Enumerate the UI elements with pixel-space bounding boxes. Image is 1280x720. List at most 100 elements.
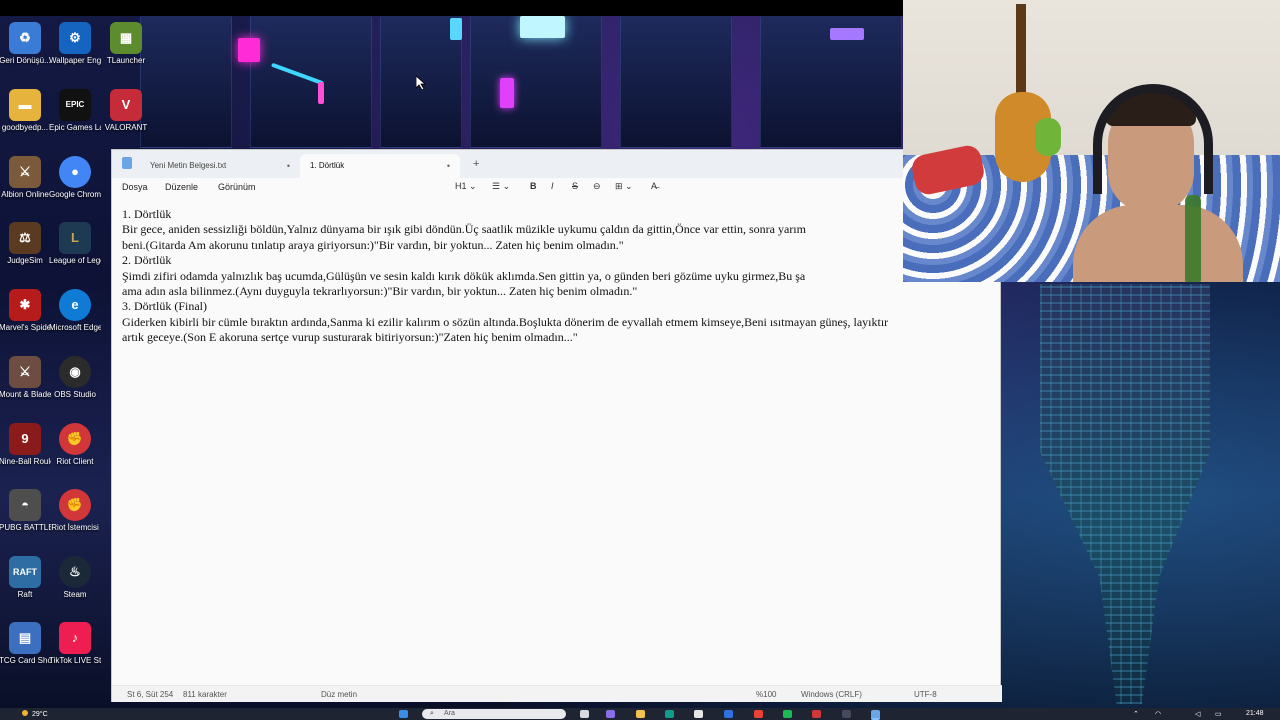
tab-1-dortluk[interactable]: 1. Dörtlük •	[300, 154, 460, 178]
recycle-bin-icon: ♻	[9, 22, 41, 54]
desktop-icon-league[interactable]: L League of Legends	[49, 222, 101, 266]
weather-widget[interactable]: 29°C	[22, 710, 48, 718]
desktop-icon-label: TCG Card Shop Si...	[0, 656, 51, 665]
menu-file[interactable]: Dosya	[122, 182, 148, 192]
tab-unsaved-dot-icon[interactable]: •	[447, 161, 450, 171]
zoom-status[interactable]: %100	[756, 690, 776, 699]
file-explorer-icon[interactable]	[636, 710, 645, 718]
text-editor[interactable]: 1. Dörtlük Bir gece, aniden sessizliği b…	[122, 207, 1002, 677]
text-line: artık geceye.(Son E akoruna sertçe vurup…	[122, 330, 578, 345]
desktop-icon-nine-ball[interactable]: 9 Nine-Ball Roulette	[0, 423, 51, 467]
taskbar-search-box[interactable]: ⌕ Ara	[422, 709, 566, 719]
encoding-status[interactable]: UTF-8	[914, 690, 937, 699]
wallpaper-neon	[238, 38, 260, 62]
desktop-icon-label: Epic Games Launcher	[49, 123, 101, 132]
sun-icon	[22, 710, 28, 716]
line-ending-status[interactable]: Windows (CRLF)	[801, 690, 862, 699]
desktop-icon-tiktok-live[interactable]: ♪ TikTok LIVE Studio	[49, 622, 101, 666]
battery-icon[interactable]: ▭	[1215, 710, 1222, 718]
desktop-icon-label: Marvel's Spider-M...	[0, 323, 51, 332]
taskbar: 29°C ⌕ Ara ⌃ ◠ ◁ ▭ 21:48	[0, 708, 1280, 720]
text-mode-status[interactable]: Düz metin	[321, 690, 357, 699]
webcam-person-body	[1073, 205, 1243, 282]
volume-icon[interactable]: ◁	[1195, 710, 1200, 718]
desktop-icon-wallpaper-engine[interactable]: ⚙ Wallpaper Engine	[49, 22, 101, 66]
wallpaper-neon	[450, 18, 462, 40]
app-taskbar-icon[interactable]	[842, 710, 851, 718]
app-taskbar-icon[interactable]	[724, 710, 733, 718]
notepad-window: Yeni Metin Belgesi.txt • 1. Dörtlük • + …	[111, 149, 1002, 702]
billiard-ball-icon: 9	[9, 423, 41, 455]
valorant-icon: V	[110, 89, 142, 121]
desktop-icon-tlauncher[interactable]: ▦ TLauncher	[100, 22, 152, 66]
bold-button[interactable]: B	[530, 181, 537, 191]
link-button[interactable]: ⊖	[593, 181, 601, 192]
desktop-icon-label: Geri Dönüşü...	[0, 56, 51, 65]
tab-yeni-metin-belgesi[interactable]: Yeni Metin Belgesi.txt •	[140, 154, 300, 178]
store-icon[interactable]	[694, 710, 703, 718]
notepad-taskbar-icon[interactable]	[871, 710, 880, 720]
menu-edit[interactable]: Düzenle	[165, 182, 198, 192]
strikethrough-button[interactable]: S	[572, 181, 578, 191]
chrome-icon: ●	[59, 156, 91, 188]
list-dropdown-button[interactable]: ☰ ⌄	[492, 181, 510, 192]
table-dropdown-button[interactable]: ⊞ ⌄	[615, 181, 633, 192]
riot-taskbar-icon[interactable]	[812, 710, 821, 718]
clear-formatting-button[interactable]: A̶	[651, 181, 657, 191]
spotify-icon[interactable]	[783, 710, 792, 718]
desktop-icon-riot-client[interactable]: ✊ Riot Client	[49, 423, 101, 467]
desktop-icon-label: VALORANT	[104, 123, 148, 132]
desktop-icon-label: Wallpaper Engine	[49, 56, 101, 65]
edge-taskbar-icon[interactable]	[665, 710, 674, 718]
start-windows-icon[interactable]	[399, 710, 408, 718]
desktop-icon-raft[interactable]: RAFT Raft	[0, 556, 51, 600]
webcam-frog-toy	[1035, 118, 1061, 156]
desktop-icon-spiderman[interactable]: ✱ Marvel's Spider-M...	[0, 289, 51, 333]
heading-dropdown-button[interactable]: H1 ⌄	[455, 181, 477, 192]
italic-button[interactable]: I	[551, 181, 554, 191]
text-line: Giderken kibirli bir cümle bıraktın ardı…	[122, 314, 889, 329]
desktop-icon-pubg[interactable]: ◓ PUBG BATTLEGR...	[0, 489, 51, 533]
tab-unsaved-dot-icon[interactable]: •	[287, 161, 290, 171]
wallpaper-neon	[520, 16, 565, 38]
chrome-taskbar-icon[interactable]	[754, 710, 763, 718]
notepad-app-icon	[122, 157, 132, 169]
webcam-guitar-neck	[1016, 4, 1026, 99]
wallpaper-building	[140, 16, 232, 148]
taskbar-clock[interactable]: 21:48	[1246, 710, 1264, 717]
desktop-icon-judgesim[interactable]: ⚖ JudgeSim	[0, 222, 51, 266]
desktop-icon-steam[interactable]: ♨ Steam	[49, 556, 101, 600]
menu-view[interactable]: Görünüm	[218, 182, 256, 192]
desktop-icon-label: League of Legends	[49, 256, 101, 265]
tray-chevron-icon[interactable]: ⌃	[1133, 710, 1139, 718]
desktop-icon-valorant[interactable]: V VALORANT	[100, 89, 152, 133]
desktop-icon-mount-blade[interactable]: ⚔ Mount & Blade...	[0, 356, 51, 400]
obs-icon: ◉	[59, 356, 91, 388]
desktop-icon-label: TikTok LIVE Studio	[49, 656, 101, 665]
desktop-icon-label: Riot İstemcisi	[51, 523, 99, 532]
desktop-icon-label: OBS Studio	[54, 390, 96, 399]
desktop-icon-obs[interactable]: ◉ OBS Studio	[49, 356, 101, 400]
desktop-icon-recycle-bin[interactable]: ♻ Geri Dönüşü...	[0, 22, 51, 66]
desktop-icon-label: Microsoft Edge	[49, 323, 101, 332]
sword-icon: ⚔	[9, 356, 41, 388]
text-line: 2. Dörtlük	[122, 253, 172, 268]
desktop-icon-folder[interactable]: ▬ goodbyedp...	[0, 89, 51, 133]
copilot-icon[interactable]	[606, 710, 615, 718]
menu-bar: Dosya Düzenle Görünüm H1 ⌄ ☰ ⌄ B I S ⊖ ⊞…	[112, 178, 1002, 200]
webcam-bottle	[1185, 195, 1201, 282]
desktop-icon-epic-games[interactable]: EPIC Epic Games Launcher	[49, 89, 101, 133]
desktop-icon-riot-istemcisi[interactable]: ✊ Riot İstemcisi	[49, 489, 101, 533]
desktop-icon-chrome[interactable]: ● Google Chrome	[49, 156, 101, 200]
desktop-icon-edge[interactable]: e Microsoft Edge	[49, 289, 101, 333]
wallpaper-building	[250, 16, 372, 148]
desktop-icon-label: Google Chrome	[49, 190, 101, 199]
desktop-icon-label: Riot Client	[56, 457, 94, 466]
task-view-icon[interactable]	[580, 710, 589, 718]
search-placeholder: Ara	[444, 710, 455, 717]
tab-bar: Yeni Metin Belgesi.txt • 1. Dörtlük • +	[112, 150, 1002, 178]
wifi-icon[interactable]: ◠	[1155, 710, 1161, 718]
desktop-icon-tcg[interactable]: ▤ TCG Card Shop Si...	[0, 622, 51, 666]
add-tab-button[interactable]: +	[473, 158, 479, 170]
desktop-icon-albion[interactable]: ⚔ Albion Online	[0, 156, 51, 200]
